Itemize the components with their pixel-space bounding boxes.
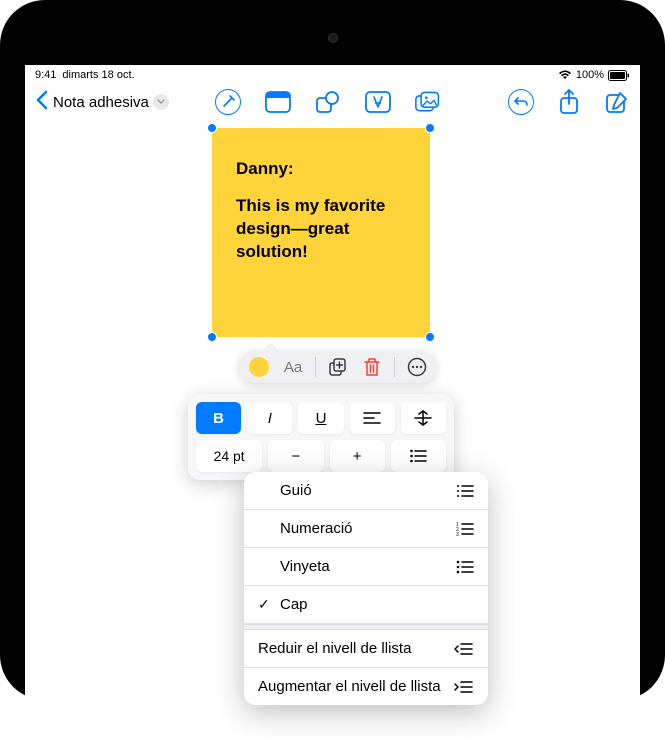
resize-handle-top-right[interactable] (425, 123, 435, 133)
battery-percent: 100% (576, 69, 604, 81)
text-format-button[interactable]: Aa (281, 355, 305, 379)
shapes-tool-button[interactable] (315, 89, 341, 115)
canvas[interactable]: Danny: This is my favorite design—great … (25, 121, 640, 681)
outdent-icon (454, 642, 474, 656)
page-title: Nota adhesiva (53, 94, 149, 111)
nav-bar: Nota adhesiva (25, 83, 640, 121)
menu-item-numbered[interactable]: Numeració 123 (244, 510, 488, 548)
note-line-1: Danny: (236, 158, 406, 181)
screen: 9:41 dimarts 18 oct. 100% Nota adhesiva (25, 65, 640, 740)
delete-button[interactable] (360, 355, 384, 379)
color-picker-button[interactable] (247, 355, 271, 379)
number-list-icon: 123 (456, 522, 474, 536)
sticky-note[interactable]: Danny: This is my favorite design—great … (212, 128, 430, 337)
menu-item-dash[interactable]: Guió (244, 472, 488, 510)
bold-button[interactable]: B (196, 402, 241, 434)
underline-button[interactable]: U (298, 402, 343, 434)
resize-handle-bottom-right[interactable] (425, 332, 435, 342)
status-bar: 9:41 dimarts 18 oct. 100% (25, 65, 640, 83)
media-tool-button[interactable] (415, 89, 441, 115)
undo-button[interactable] (508, 89, 534, 115)
color-swatch-icon (249, 357, 269, 377)
back-button[interactable] (35, 90, 49, 115)
status-date: dimarts 18 oct. (62, 69, 134, 81)
indent-icon (454, 680, 474, 694)
list-style-menu: Guió Numeració 123 Vinyeta (244, 472, 488, 705)
draw-tool-button[interactable] (215, 89, 241, 115)
text-format-panel: B I U 24 pt − + (188, 394, 454, 480)
separator (315, 357, 316, 377)
check-icon: ✓ (258, 596, 274, 613)
menu-item-none[interactable]: ✓ Cap (244, 586, 488, 624)
bullet-list-icon (456, 560, 474, 574)
resize-handle-top-left[interactable] (207, 123, 217, 133)
chevron-down-icon (153, 94, 169, 110)
resize-handle-bottom-left[interactable] (207, 332, 217, 342)
increase-size-button[interactable]: + (330, 440, 385, 472)
context-toolbar: Aa (239, 351, 437, 383)
textbox-tool-button[interactable] (265, 89, 291, 115)
more-button[interactable] (405, 355, 429, 379)
ipad-frame: 9:41 dimarts 18 oct. 100% Nota adhesiva (0, 0, 665, 700)
battery-icon (608, 70, 630, 81)
separator (394, 357, 395, 377)
svg-text:3: 3 (456, 532, 459, 536)
camera-dot (328, 33, 338, 43)
note-line-2: This is my favorite design—great solutio… (236, 195, 406, 264)
align-button[interactable] (350, 402, 395, 434)
compose-button[interactable] (604, 89, 630, 115)
font-size-display[interactable]: 24 pt (196, 440, 262, 472)
menu-item-outdent[interactable]: Reduir el nivell de llista (244, 630, 488, 668)
decrease-size-button[interactable]: − (268, 440, 323, 472)
strikethrough-button[interactable] (401, 402, 446, 434)
list-format-button[interactable] (391, 440, 446, 472)
menu-item-indent[interactable]: Augmentar el nivell de llista (244, 668, 488, 705)
text-tool-button[interactable] (365, 89, 391, 115)
wifi-icon (558, 70, 572, 80)
status-time: 9:41 (35, 69, 56, 81)
dash-list-icon (456, 484, 474, 498)
share-button[interactable] (556, 89, 582, 115)
italic-button[interactable]: I (247, 402, 292, 434)
duplicate-button[interactable] (326, 355, 350, 379)
menu-item-bullet[interactable]: Vinyeta (244, 548, 488, 586)
title-dropdown[interactable]: Nota adhesiva (53, 94, 169, 111)
